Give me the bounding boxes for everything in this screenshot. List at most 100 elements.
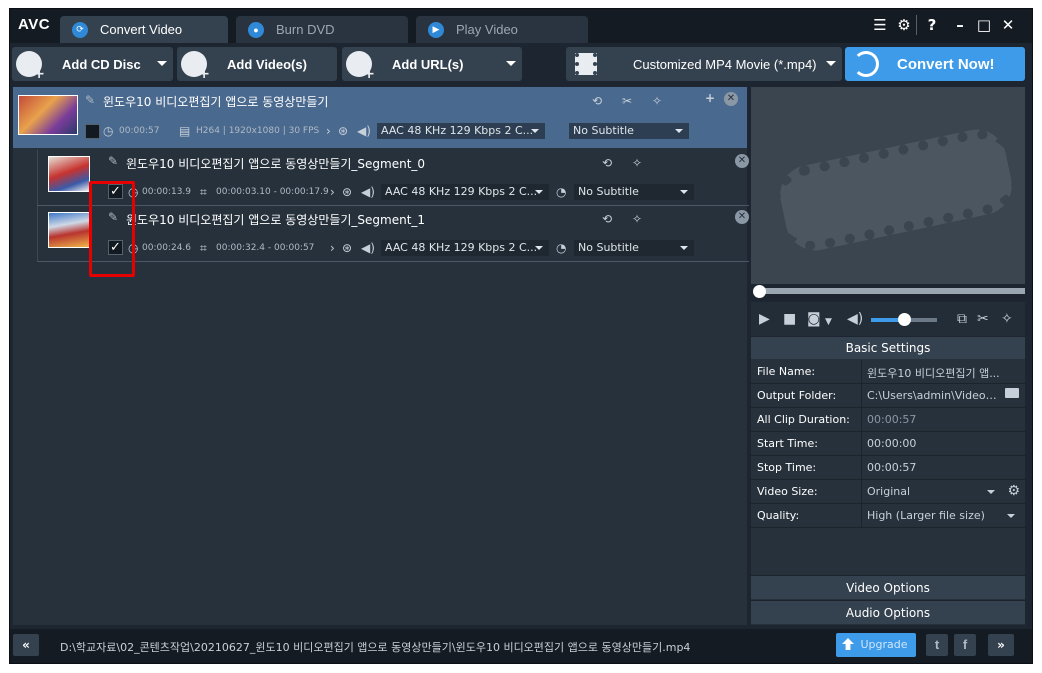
upgrade-button[interactable]: Upgrade bbox=[836, 633, 916, 657]
add-videos-button[interactable]: Add Video(s) bbox=[177, 47, 337, 82]
output-profile-select[interactable]: Customized MP4 Movie (*.mp4) bbox=[566, 47, 842, 81]
subtitle-select[interactable]: No Subtitle bbox=[574, 184, 694, 200]
chevron-down-icon[interactable] bbox=[506, 61, 516, 66]
plus-icon[interactable]: + bbox=[705, 91, 715, 105]
setting-key: Video Size: bbox=[757, 485, 818, 498]
gear-icon[interactable]: ⚙ bbox=[894, 15, 914, 35]
minimize-icon[interactable]: – bbox=[950, 15, 970, 35]
gear-icon[interactable]: ⚙ bbox=[1007, 483, 1020, 499]
setting-video-size[interactable]: Video Size: Original ⚙ bbox=[751, 480, 1025, 504]
file-name-field[interactable]: 윈도우10 비디오편집기 앱... bbox=[867, 365, 1005, 381]
setting-output-folder[interactable]: Output Folder: C:\Users\admin\Videos... bbox=[751, 384, 1025, 408]
effect-icon[interactable]: ⊛ bbox=[342, 185, 352, 199]
subtitle-select[interactable]: No Subtitle bbox=[574, 240, 694, 256]
audio-track-select[interactable]: AAC 48 KHz 129 Kbps 2 C... bbox=[377, 123, 545, 139]
refresh-icon[interactable]: ⟲ bbox=[592, 94, 602, 108]
help-icon[interactable]: ? bbox=[922, 15, 942, 35]
pencil-icon[interactable]: ✎ bbox=[108, 154, 118, 168]
seek-handle[interactable] bbox=[753, 285, 766, 298]
magic-wand-icon[interactable]: ✧ bbox=[632, 156, 642, 170]
copy-icon[interactable]: ⧉ bbox=[957, 311, 967, 327]
scissors-icon[interactable]: ✂ bbox=[622, 94, 632, 108]
facebook-icon[interactable]: f bbox=[954, 634, 976, 656]
audio-track-select[interactable]: AAC 48 KHz 129 Kbps 2 C... bbox=[381, 240, 549, 256]
audio-track-select[interactable]: AAC 48 KHz 129 Kbps 2 C... bbox=[381, 184, 549, 200]
folder-icon[interactable] bbox=[1005, 388, 1019, 398]
video-size-select[interactable]: Original bbox=[867, 485, 1005, 498]
segment-thumbnail[interactable] bbox=[48, 156, 90, 192]
refresh-icon: ⟳ bbox=[72, 21, 88, 38]
tab-burn-dvd[interactable]: ● Burn DVD bbox=[236, 16, 408, 43]
volume-icon[interactable]: ◀) bbox=[847, 311, 863, 327]
chevron-right-icon[interactable]: › bbox=[330, 241, 335, 255]
video-thumbnail[interactable] bbox=[18, 95, 78, 135]
setting-stop-time[interactable]: Stop Time: 00:00:57 bbox=[751, 456, 1025, 480]
clock-icon: ◷ bbox=[103, 124, 114, 138]
add-cd-disc-button[interactable]: Add CD Disc bbox=[12, 47, 173, 82]
refresh-icon[interactable]: ⟲ bbox=[602, 212, 612, 226]
close-icon[interactable]: ✕ bbox=[735, 210, 749, 224]
video-info: H264 | 1920x1080 | 30 FPS bbox=[196, 126, 320, 136]
seek-bar[interactable] bbox=[759, 288, 1025, 294]
close-icon[interactable]: ✕ bbox=[724, 92, 738, 106]
segment-row[interactable]: ✎ 윈도우10 비디오편집기 앱으로 동영상만들기_Segment_0 ⟲ ✧ … bbox=[37, 150, 749, 205]
scissors-icon[interactable]: ✂ bbox=[977, 311, 989, 327]
volume-handle[interactable] bbox=[898, 313, 911, 326]
film-icon: ▤ bbox=[179, 124, 191, 138]
globe-icon bbox=[346, 51, 375, 82]
play-icon[interactable]: ▶ bbox=[759, 311, 770, 327]
twitter-icon[interactable]: t bbox=[926, 634, 948, 656]
chevron-down-icon[interactable] bbox=[987, 490, 995, 494]
settings-header[interactable]: Basic Settings bbox=[751, 337, 1025, 359]
subtitle-select[interactable]: No Subtitle bbox=[569, 123, 689, 139]
list-icon[interactable]: ☰ bbox=[870, 15, 890, 35]
file-row-main[interactable]: ✎ 윈도우10 비디오편집기 앱으로 동영상만들기 ⟲ ✂ ✧ + ✕ ◷ 00… bbox=[13, 87, 747, 148]
output-folder-field[interactable]: C:\Users\admin\Videos... bbox=[867, 389, 1001, 402]
file-title[interactable]: 윈도우10 비디오편집기 앱으로 동영상만들기 bbox=[103, 93, 328, 110]
refresh-icon[interactable]: ⟲ bbox=[602, 156, 612, 170]
magic-wand-icon[interactable]: ✧ bbox=[632, 212, 642, 226]
start-time-field[interactable]: 00:00:00 bbox=[867, 437, 1005, 450]
arrow-up-icon bbox=[842, 638, 854, 650]
stop-icon[interactable]: ■ bbox=[783, 311, 796, 327]
magic-wand-icon[interactable]: ✧ bbox=[1001, 311, 1013, 327]
segment-title[interactable]: 윈도우10 비디오편집기 앱으로 동영상만들기_Segment_1 bbox=[126, 211, 425, 228]
segment-title[interactable]: 윈도우10 비디오편집기 앱으로 동영상만들기_Segment_0 bbox=[126, 155, 425, 172]
camera-icon[interactable]: ◙ bbox=[807, 311, 821, 327]
close-icon[interactable]: ✕ bbox=[735, 154, 749, 168]
video-options-button[interactable]: Video Options bbox=[751, 575, 1025, 599]
convert-now-button[interactable]: Convert Now! bbox=[845, 47, 1025, 81]
collapse-button[interactable]: « bbox=[13, 634, 39, 656]
app-logo: AVC bbox=[18, 16, 51, 33]
tab-play-video[interactable]: ▶ Play Video bbox=[416, 16, 588, 43]
pencil-icon[interactable]: ✎ bbox=[85, 93, 95, 107]
play-icon: ▶ bbox=[428, 21, 444, 38]
segment-thumbnail[interactable] bbox=[48, 212, 90, 248]
setting-quality[interactable]: Quality: High (Larger file size) bbox=[751, 504, 1025, 528]
chevron-right-icon[interactable]: › bbox=[330, 185, 335, 199]
chevron-down-icon[interactable] bbox=[1007, 514, 1015, 518]
checkbox[interactable] bbox=[85, 124, 100, 139]
add-urls-button[interactable]: Add URL(s) bbox=[342, 47, 522, 82]
expand-button[interactable]: » bbox=[988, 634, 1014, 656]
stop-time-field[interactable]: 00:00:57 bbox=[867, 461, 1005, 474]
maximize-icon[interactable]: □ bbox=[974, 15, 994, 35]
setting-start-time[interactable]: Start Time: 00:00:00 bbox=[751, 432, 1025, 456]
video-preview[interactable] bbox=[751, 87, 1025, 284]
segment-row[interactable]: ✎ 윈도우10 비디오편집기 앱으로 동영상만들기_Segment_1 ⟲ ✧ … bbox=[37, 206, 749, 261]
setting-file-name[interactable]: File Name: 윈도우10 비디오편집기 앱... bbox=[751, 360, 1025, 384]
effect-icon[interactable]: ⊛ bbox=[338, 124, 348, 138]
speaker-icon: ◀) bbox=[361, 241, 375, 255]
crop-icon: ⌗ bbox=[200, 241, 207, 255]
chevron-right-icon[interactable]: › bbox=[326, 124, 331, 138]
disc-icon: ● bbox=[248, 21, 264, 38]
magic-wand-icon[interactable]: ✧ bbox=[652, 94, 662, 108]
setting-key: Quality: bbox=[757, 509, 800, 522]
tab-convert-video[interactable]: ⟳ Convert Video bbox=[60, 16, 228, 43]
quality-select[interactable]: High (Larger file size) bbox=[867, 509, 1005, 522]
effect-icon[interactable]: ⊛ bbox=[342, 241, 352, 255]
close-icon[interactable]: ✕ bbox=[998, 15, 1018, 35]
chevron-down-icon[interactable] bbox=[157, 61, 167, 66]
chevron-down-icon[interactable]: ▼ bbox=[825, 314, 832, 330]
audio-options-button[interactable]: Audio Options bbox=[751, 600, 1025, 624]
